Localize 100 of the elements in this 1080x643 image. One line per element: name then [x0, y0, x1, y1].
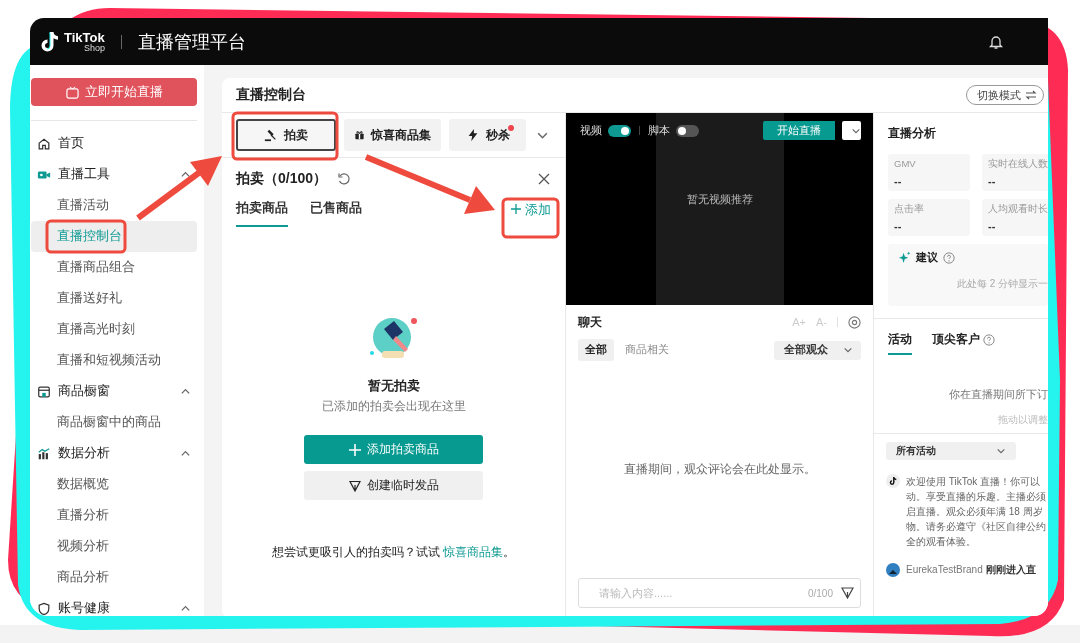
audience-dropdown[interactable]: 全部观众	[774, 340, 861, 360]
sidebar-item[interactable]: 数据概览	[31, 469, 197, 500]
sidebar-item[interactable]: 商品分析	[31, 562, 197, 593]
app-title: 直播管理平台	[138, 30, 247, 54]
sidebar-item[interactable]: 数据分析	[31, 438, 197, 469]
chat-filter[interactable]: 全部	[578, 339, 614, 361]
sidebar-item[interactable]: 直播活动	[31, 190, 197, 221]
tiktok-avatar-icon	[886, 474, 900, 488]
metric-label: 实时在线人数	[988, 158, 1048, 171]
plus-icon	[511, 203, 522, 214]
sidebar-item[interactable]: 直播分析	[31, 500, 197, 531]
sidebar-item[interactable]: 直播和短视频活动	[31, 345, 197, 376]
tool-tab[interactable]: 惊喜商品集	[344, 119, 441, 151]
empty-hint: 已添加的拍卖会出现在这里	[321, 399, 466, 414]
sidebar-label: 首页	[58, 135, 84, 152]
sparkle-icon	[898, 251, 911, 264]
start-live-button[interactable]: 立即开始直播	[31, 78, 197, 106]
drag-hint: 拖动以调整	[874, 414, 1048, 434]
sidebar-label: 直播工具	[58, 166, 110, 183]
help-icon	[943, 251, 955, 264]
shield-icon	[37, 601, 51, 616]
chat-empty-text: 直播期间，观众评论会在此处显示。	[623, 462, 816, 477]
sidebar-item[interactable]: 直播高光时刻	[31, 314, 197, 345]
sidebar-label: 数据分析	[58, 445, 110, 462]
sidebar-item[interactable]: 商品橱窗	[31, 376, 197, 407]
chevron-icon	[180, 603, 191, 614]
analysis-title: 直播分析	[888, 126, 936, 140]
chat-filter[interactable]: 商品相关	[618, 339, 676, 361]
send-icon[interactable]	[841, 587, 854, 599]
empty-title: 暂无拍卖	[367, 377, 420, 395]
toggle-label: 脚本	[648, 123, 670, 138]
metric-value: --	[894, 220, 903, 232]
metric-label: 点击率	[894, 203, 925, 216]
message-line: 动。享受直播的乐趣。主播必须	[906, 490, 1046, 504]
metric-value: --	[894, 175, 903, 187]
refresh-icon[interactable]	[337, 172, 352, 186]
activity-tab[interactable]: 顶尖客户	[932, 331, 995, 355]
sidebar-label: 账号健康	[58, 600, 110, 616]
surprise-set-link[interactable]: 惊喜商品集	[443, 545, 504, 559]
metric-value: --	[988, 220, 997, 232]
chat-input-field[interactable]: 请输入内容......	[589, 581, 800, 605]
help-icon	[983, 333, 995, 346]
sidebar-label: 商品橱窗	[58, 383, 110, 400]
sidebar-item[interactable]: 直播送好礼	[31, 283, 197, 314]
message-line: 欢迎使用 TikTok 直播！你可以	[906, 475, 1042, 489]
activity-filter-dropdown[interactable]: 所有活动	[886, 442, 1016, 460]
console-title: 直播控制台	[236, 86, 306, 104]
char-counter: 0/100	[807, 587, 833, 599]
message-line: 物。请务必遵守《社区自律公约	[906, 520, 1046, 534]
tool-tab[interactable]: 拍卖	[236, 119, 336, 151]
logo-text: TikTok	[64, 30, 106, 44]
gift-icon	[354, 128, 365, 142]
sidebar-item[interactable]: 视频分析	[31, 531, 197, 562]
close-icon[interactable]	[537, 172, 551, 186]
home-icon	[37, 136, 51, 151]
message-line: 全的观看体验。	[906, 535, 977, 549]
metric-value: --	[988, 175, 997, 187]
message-line: 启直播。观众必须年满 18 周岁	[906, 505, 1044, 519]
sidebar-item[interactable]: 直播商品组合	[31, 252, 197, 283]
footer-hint: 想尝试更吸引人的拍卖吗？试试 惊喜商品集。	[271, 544, 516, 561]
plus-icon	[348, 443, 361, 456]
swap-icon	[1025, 90, 1037, 100]
storefront-icon	[37, 384, 51, 399]
send-icon	[348, 479, 361, 492]
chevron-icon	[180, 448, 191, 459]
sidebar-item[interactable]: 首页	[31, 128, 197, 159]
panel-tab[interactable]: 拍卖商品	[236, 200, 288, 227]
sidebar-item[interactable]: 商品橱窗中的商品	[31, 407, 197, 438]
settings-icon[interactable]	[848, 315, 861, 329]
toggle-label: 视频	[580, 123, 602, 138]
bar-chart-icon	[37, 446, 51, 461]
chat-title: 聊天	[578, 313, 602, 331]
metric-label: GMV	[894, 158, 917, 169]
live-icon	[65, 85, 79, 99]
chevron-icon	[996, 446, 1006, 456]
dropdown-button[interactable]	[842, 121, 861, 140]
switch-mode-button[interactable]: 切换模式	[966, 85, 1044, 105]
sidebar-item[interactable]: 直播工具	[31, 159, 197, 190]
activity-tab[interactable]: 活动	[888, 331, 912, 355]
logo-subtext: Shop	[84, 43, 106, 53]
video-empty-text: 暂无视频推荐	[686, 193, 753, 207]
panel-tab[interactable]: 已售商品	[310, 200, 362, 227]
create-listing-button[interactable]: 创建临时发品	[304, 471, 483, 500]
join-message: EurekaTestBrand 刚刚进入直	[906, 563, 1036, 577]
orders-hint: 你在直播期间所下订	[948, 387, 1048, 402]
tiktok-logo-icon	[38, 29, 60, 54]
suggestion-title: 建议	[916, 250, 938, 265]
panel-title: 拍卖（0/100）	[236, 170, 328, 188]
bell-icon[interactable]	[988, 33, 1004, 50]
chevron-icon	[180, 386, 191, 397]
tool-tab[interactable]: 秒杀	[449, 119, 526, 151]
chevron-icon	[180, 169, 191, 180]
gavel-icon	[264, 128, 278, 142]
chevron-icon	[843, 345, 853, 355]
toggle-switch[interactable]	[608, 124, 631, 137]
avatar-icon	[886, 563, 900, 577]
metric-label: 人均观看时长	[988, 203, 1048, 216]
highlight-frame	[501, 197, 560, 239]
add-link[interactable]: 添加	[505, 200, 557, 227]
sidebar-item[interactable]: 账号健康	[31, 593, 197, 616]
